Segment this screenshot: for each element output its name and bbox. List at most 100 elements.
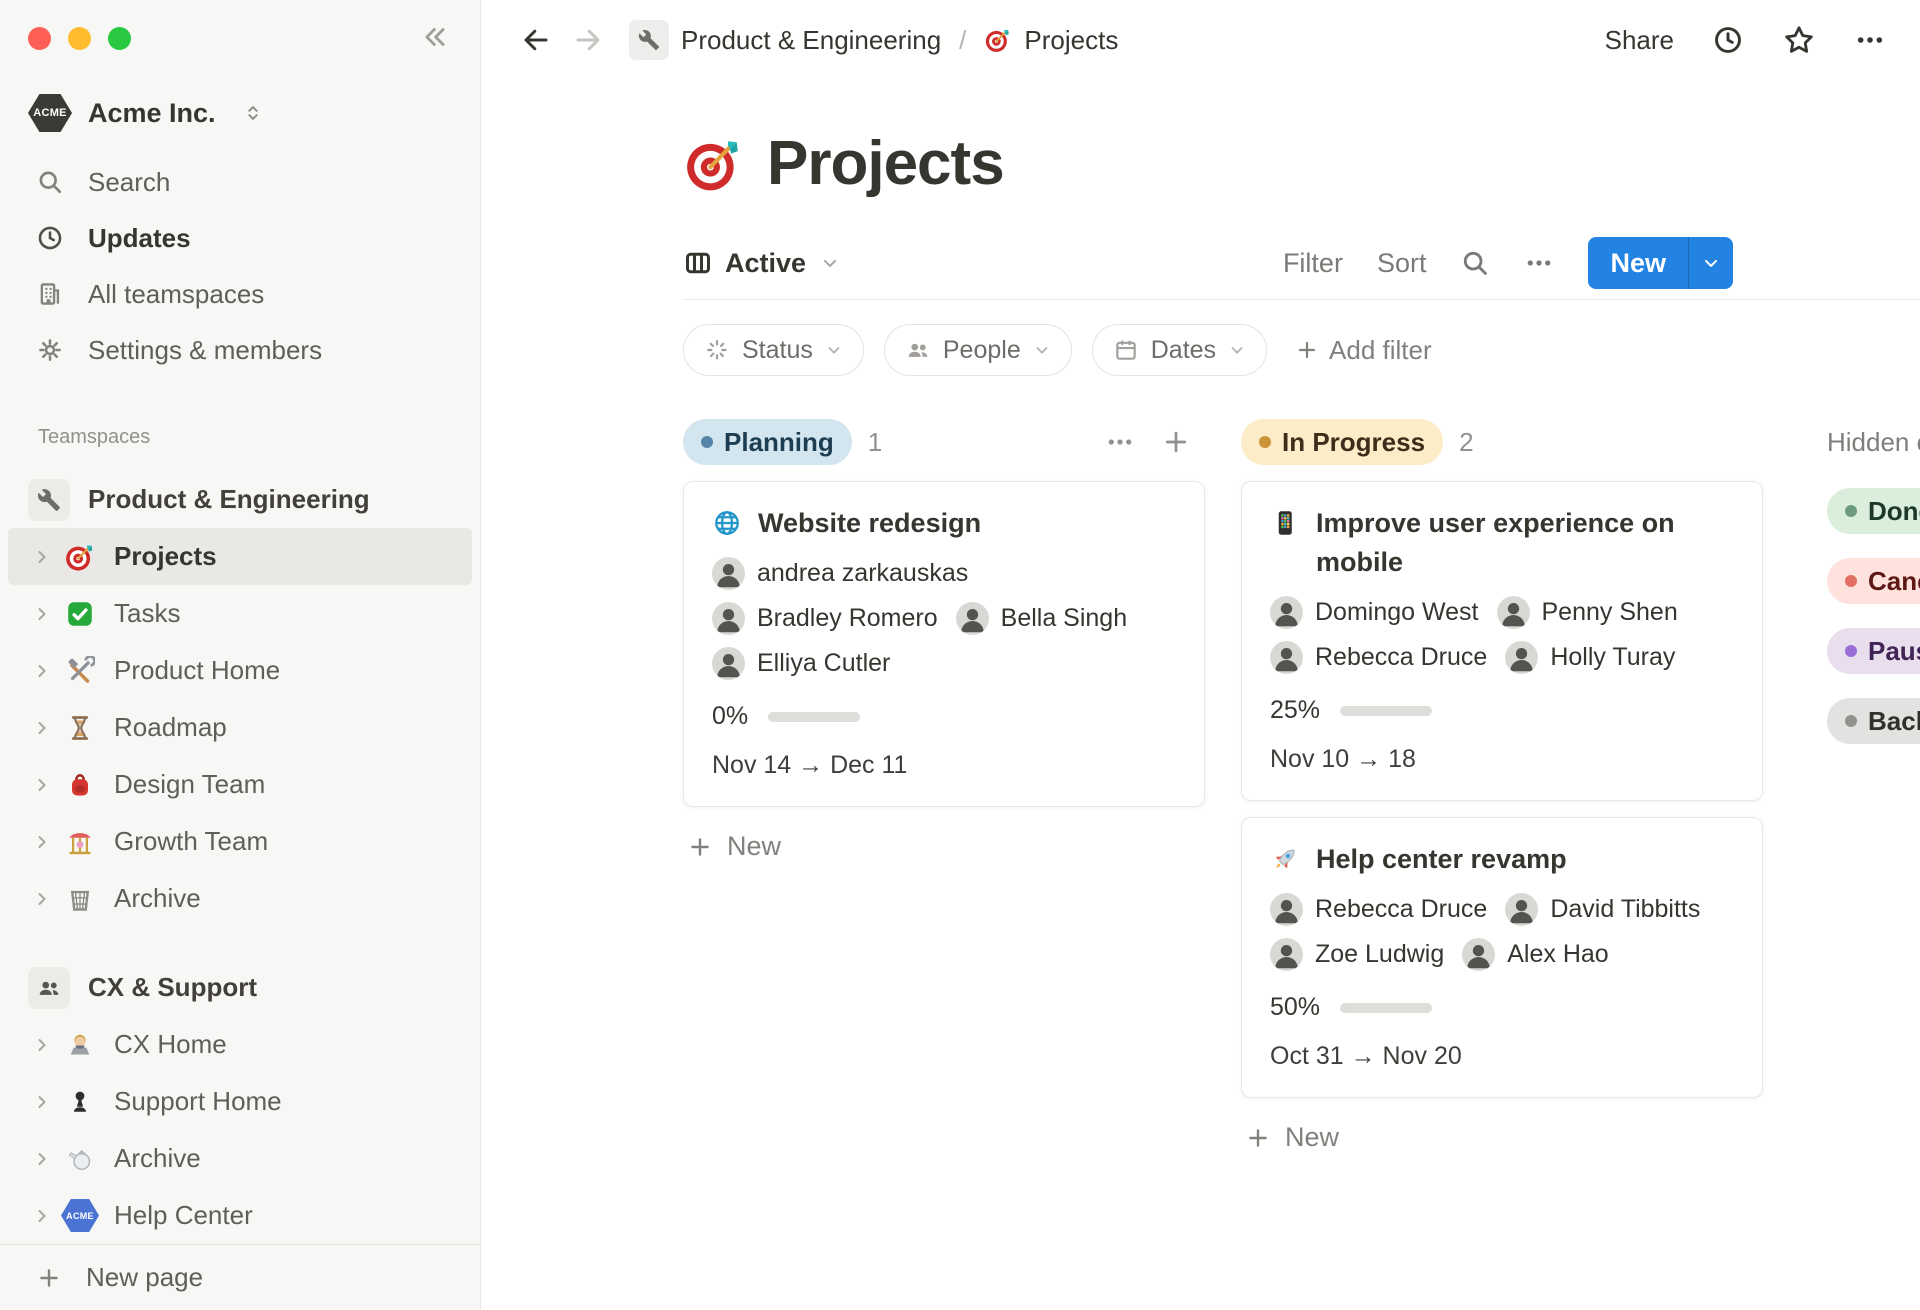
chevron-right-icon[interactable] [32,1149,52,1169]
sidebar-item-archive-product[interactable]: Archive [8,870,472,927]
sidebar-item-support-home[interactable]: Support Home [8,1073,472,1130]
new-page-button[interactable]: New page [0,1244,480,1310]
more-options-icon[interactable] [1854,24,1886,56]
chevron-down-icon [1033,341,1051,359]
chevron-right-icon[interactable] [32,889,52,909]
sidebar-item-roadmap[interactable]: Roadmap [8,699,472,756]
new-button[interactable]: New [1588,237,1733,289]
chevron-right-icon[interactable] [32,832,52,852]
sidebar-item-archive-cx[interactable]: Archive [8,1130,472,1187]
sidebar-item-settings[interactable]: Settings & members [0,322,480,378]
forward-arrow-icon[interactable] [573,25,603,55]
progress-bar [1340,706,1432,716]
view-toolbar: Active Filter Sort New [683,237,1733,289]
chevron-down-icon [820,253,840,273]
person-name: Penny Shen [1542,598,1678,627]
chevron-right-icon[interactable] [32,1206,52,1226]
sidebar-item-growth-team[interactable]: Growth Team [8,813,472,870]
page-title[interactable]: Projects [767,128,1004,199]
new-button-label: New [1588,237,1688,289]
filter-chip-status[interactable]: Status [683,324,864,376]
status-pill-planning[interactable]: Planning [683,419,852,465]
sidebar-collapse-icon[interactable] [420,22,450,52]
window-minimize-button[interactable] [68,27,91,50]
view-tab-active[interactable]: Active [683,248,840,279]
teapot-icon [62,1141,98,1177]
chevron-down-icon[interactable] [1689,237,1733,289]
chevron-right-icon[interactable] [32,1035,52,1055]
date-range: Nov 10 → 18 [1270,745,1734,774]
window-zoom-button[interactable] [108,27,131,50]
plus-icon [36,1265,62,1291]
sidebar-item-label: Settings & members [88,335,322,366]
chevron-right-icon[interactable] [32,775,52,795]
breadcrumb-teamspace[interactable]: Product & Engineering [681,25,941,56]
progress-bar [768,712,860,722]
sort-button[interactable]: Sort [1377,248,1427,279]
more-options-icon[interactable] [1524,248,1554,278]
sidebar-item-projects[interactable]: Projects [8,528,472,585]
status-pill-label: Canceled [1868,566,1920,597]
breadcrumb-page[interactable]: Projects [1024,25,1118,56]
person-name: Bella Singh [1001,604,1127,633]
mobile-icon [1270,508,1300,538]
page-label: Growth Team [114,826,268,857]
status-pill-done[interactable]: Done [1827,488,1920,534]
sidebar-item-updates[interactable]: Updates [0,210,480,266]
sidebar-teamspace-product-engineering[interactable]: Product & Engineering [8,471,472,528]
chevron-right-icon[interactable] [32,661,52,681]
chevron-right-icon[interactable] [32,718,52,738]
window-close-button[interactable] [28,27,51,50]
teamspaces-list: Product & Engineering Projects Tasks Pro… [0,471,480,1244]
sidebar-item-search[interactable]: Search [0,154,480,210]
person-name: andrea zarkauskas [757,559,968,588]
share-button[interactable]: Share [1605,25,1674,56]
add-card-button[interactable]: New [683,823,1205,862]
page-emoji-target-icon[interactable] [683,133,745,195]
filter-chip-label: People [943,336,1021,365]
calendar-icon [1113,337,1139,363]
add-filter-button[interactable]: Add filter [1295,335,1432,366]
person-name: Domingo West [1315,598,1479,627]
status-pill-backlog[interactable]: Backlog [1827,698,1920,744]
sidebar-item-all-teamspaces[interactable]: All teamspaces [0,266,480,322]
filter-chip-people[interactable]: People [884,324,1072,376]
chevron-right-icon[interactable] [32,604,52,624]
sidebar-item-help-center[interactable]: ACME Help Center [8,1187,472,1244]
page-label: CX Home [114,1029,227,1060]
workspace-switcher[interactable]: ACME Acme Inc. [28,94,480,132]
column-add-icon[interactable] [1161,427,1191,457]
sidebar-item-tasks[interactable]: Tasks [8,585,472,642]
clock-icon[interactable] [1712,24,1744,56]
avatar [1270,893,1303,926]
filter-chip-dates[interactable]: Dates [1092,324,1267,376]
status-pill-label: Backlog [1868,706,1920,737]
filter-button[interactable]: Filter [1283,248,1343,279]
sidebar-item-label: Updates [88,223,191,254]
people-icon [905,337,931,363]
person-name: David Tibbitts [1550,895,1700,924]
sidebar-item-design-team[interactable]: Design Team [8,756,472,813]
card-help-center-revamp[interactable]: Help center revamp Rebecca Druce David T… [1241,817,1763,1098]
add-card-button[interactable]: New [1241,1114,1763,1153]
avatar [1270,596,1303,629]
sidebar-teamspace-cx-support[interactable]: CX & Support [8,959,472,1016]
status-pill-paused[interactable]: Paused [1827,628,1920,674]
chevron-right-icon[interactable] [32,1092,52,1112]
card-improve-ux-mobile[interactable]: Improve user experience on mobile Doming… [1241,481,1763,801]
star-icon[interactable] [1782,23,1816,57]
status-pill-canceled[interactable]: Canceled [1827,558,1920,604]
target-icon [984,26,1012,54]
workspace-switch-icon [242,102,264,124]
status-pill-in-progress[interactable]: In Progress [1241,419,1443,465]
avatar [1270,938,1303,971]
card-website-redesign[interactable]: Website redesign andrea zarkauskas Bradl… [683,481,1205,807]
chevron-right-icon[interactable] [32,547,52,567]
back-arrow-icon[interactable] [521,25,551,55]
sidebar-item-cx-home[interactable]: CX Home [8,1016,472,1073]
column-more-icon[interactable] [1105,427,1135,457]
search-icon[interactable] [1460,248,1490,278]
status-dot [1845,505,1857,517]
sidebar-item-product-home[interactable]: Product Home [8,642,472,699]
target-icon [62,539,98,575]
